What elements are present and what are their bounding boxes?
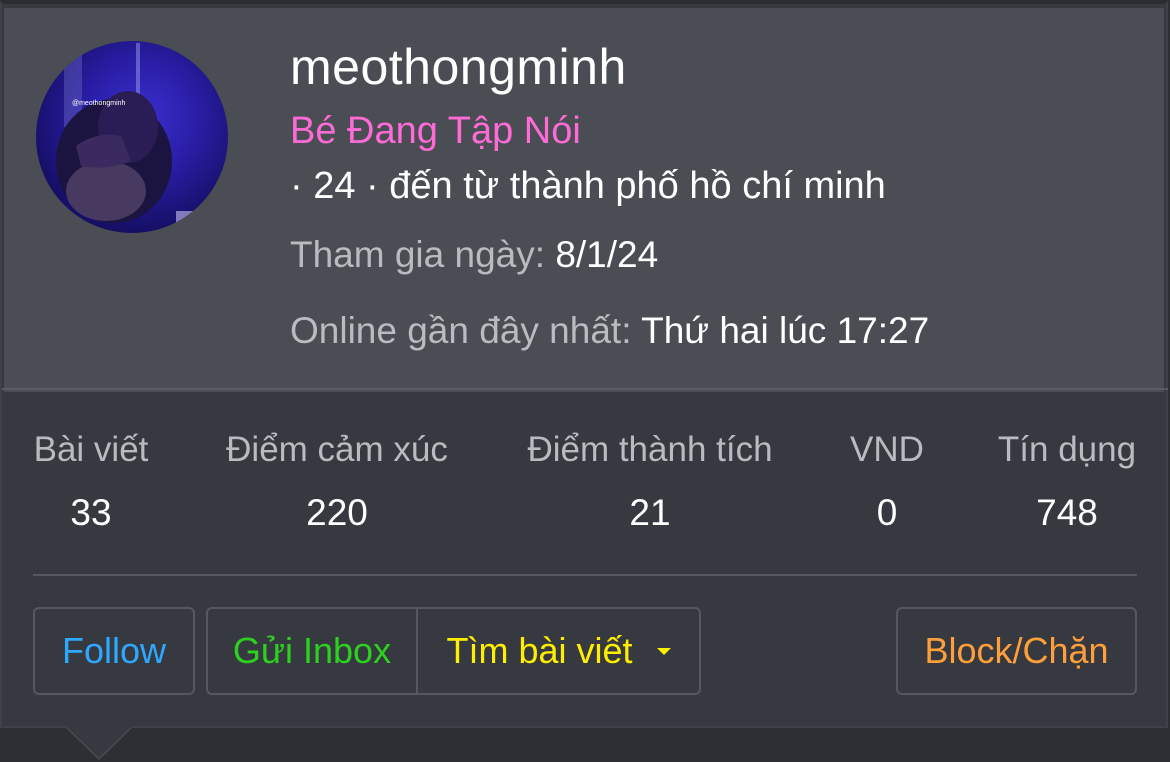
stats-row: Bài viết 33 Điểm cảm xúc 220 Điểm thành …: [0, 430, 1166, 540]
block-button[interactable]: Block/Chặn: [896, 607, 1137, 695]
follow-button[interactable]: Follow: [33, 607, 195, 695]
stat-label: Điểm thành tích: [527, 430, 773, 469]
stat-value: 33: [70, 492, 112, 533]
send-inbox-button[interactable]: Gửi Inbox: [208, 609, 418, 693]
stat-posts[interactable]: Bài viết 33: [30, 430, 152, 534]
stat-label: Bài viết: [33, 430, 149, 469]
stat-credits: Tín dụng 748: [990, 430, 1144, 534]
stat-value: 21: [629, 492, 671, 533]
stat-label: Tín dụng: [997, 430, 1137, 469]
joined-label: Tham gia ngày:: [290, 234, 546, 275]
caret-down-icon: [656, 647, 671, 655]
joined-date: Tham gia ngày: 8/1/24: [290, 234, 658, 276]
user-title: Bé Đang Tập Nói: [290, 110, 581, 152]
stat-achievements[interactable]: Điểm thành tích 21: [518, 430, 782, 534]
stat-value: 220: [306, 492, 368, 533]
stat-label: Điểm cảm xúc: [226, 430, 448, 469]
avatar-image: @meothongminh: [56, 43, 228, 233]
stat-value: 0: [876, 492, 898, 533]
user-meta: · 24 · đến từ thành phố hồ chí minh: [290, 165, 886, 207]
find-posts-button[interactable]: Tìm bài viết: [418, 609, 699, 693]
header-separator: [2, 388, 1168, 390]
action-button-group: Gửi Inbox Tìm bài viết: [206, 607, 701, 695]
avatar-watermark: @meothongminh: [72, 100, 126, 107]
stat-vnd: VND 0: [846, 430, 928, 534]
tooltip-pointer: [66, 726, 132, 758]
stat-value: 748: [1036, 492, 1098, 533]
stat-reactions[interactable]: Điểm cảm xúc 220: [218, 430, 456, 534]
avatar[interactable]: @meothongminh: [36, 41, 228, 233]
last-seen-value: Thứ hai lúc 17:27: [641, 310, 930, 351]
username[interactable]: meothongminh: [290, 38, 627, 96]
find-posts-label: Tìm bài viết: [446, 630, 633, 671]
joined-value: 8/1/24: [555, 234, 659, 275]
stat-label: VND: [850, 430, 924, 469]
last-seen: Online gần đây nhất: Thứ hai lúc 17:27: [290, 310, 929, 352]
profile-header: @meothongminh meothongminh Bé Đang Tập N…: [4, 8, 1164, 392]
stats-divider: [33, 574, 1137, 576]
last-seen-label: Online gần đây nhất:: [290, 310, 632, 351]
